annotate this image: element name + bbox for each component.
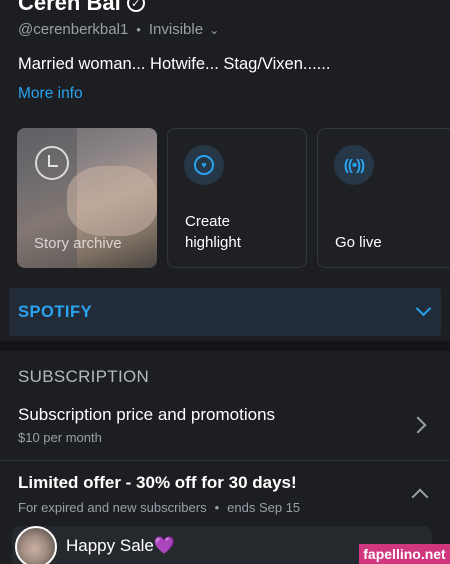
archive-icon: [35, 146, 69, 180]
create-highlight-label: Create highlight: [185, 211, 241, 253]
spotify-label: SPOTIFY: [18, 303, 93, 321]
section-divider: [0, 341, 450, 351]
separator-dot: •: [214, 500, 220, 515]
go-live-card[interactable]: ((•)) Go live: [317, 128, 450, 268]
story-archive-card[interactable]: Story archive: [17, 128, 157, 268]
profile-name-text: Ceren Bal: [18, 0, 121, 15]
limited-offer-details: For expired and new subscribers • ends S…: [18, 500, 300, 515]
spotify-section-toggle[interactable]: SPOTIFY: [9, 288, 441, 336]
profile-name: Ceren Bal ✓: [18, 0, 145, 16]
offer-audience: For expired and new subscribers: [18, 500, 207, 515]
promo-label: Happy Sale💜: [66, 536, 175, 556]
offer-end-date: ends Sep 15: [227, 500, 301, 515]
status-label: Invisible: [148, 21, 204, 38]
subscription-price-title: Subscription price and promotions: [18, 405, 276, 424]
live-icon: ((•)): [334, 145, 374, 185]
more-info-link[interactable]: More info: [18, 85, 83, 103]
limited-offer-title: Limited offer - 30% off for 30 days!: [18, 473, 297, 492]
promo-label-text: Happy Sale: [66, 536, 154, 555]
chevron-up-icon[interactable]: [411, 488, 429, 506]
create-highlight-label-line2: highlight: [185, 234, 241, 251]
handle-row: @cerenberkbal1 • Invisible ⌄: [18, 21, 219, 38]
create-highlight-label-line1: Create: [185, 213, 231, 230]
divider: [0, 460, 450, 461]
highlight-icon: ♥: [184, 145, 224, 185]
create-highlight-card[interactable]: ♥ Create highlight: [167, 128, 307, 268]
profile-bio: Married woman... Hotwife... Stag/Vixen..…: [18, 55, 331, 73]
watermark: fapellino.net: [359, 544, 450, 564]
avatar: [15, 526, 57, 564]
profile-handle: @cerenberkbal1: [18, 21, 129, 38]
subscription-price-value: $10 per month: [18, 430, 102, 445]
verified-badge-icon: ✓: [126, 0, 145, 12]
chevron-right-icon: [409, 416, 427, 434]
separator-dot: •: [136, 22, 141, 37]
go-live-label: Go live: [335, 234, 382, 251]
status-dropdown[interactable]: Invisible ⌄: [149, 21, 219, 38]
chevron-down-icon: [415, 302, 431, 318]
card-photo-highlight: [67, 166, 157, 236]
subscription-section-title: SUBSCRIPTION: [18, 367, 150, 386]
chevron-down-icon: ⌄: [209, 23, 220, 37]
purple-heart-icon: 💜: [153, 536, 176, 555]
profile-action-cards: Story archive ♥ Create highlight ((•)) G…: [17, 128, 450, 268]
story-archive-label: Story archive: [34, 235, 122, 252]
subscription-price-row[interactable]: Subscription price and promotions $10 pe…: [0, 395, 450, 457]
